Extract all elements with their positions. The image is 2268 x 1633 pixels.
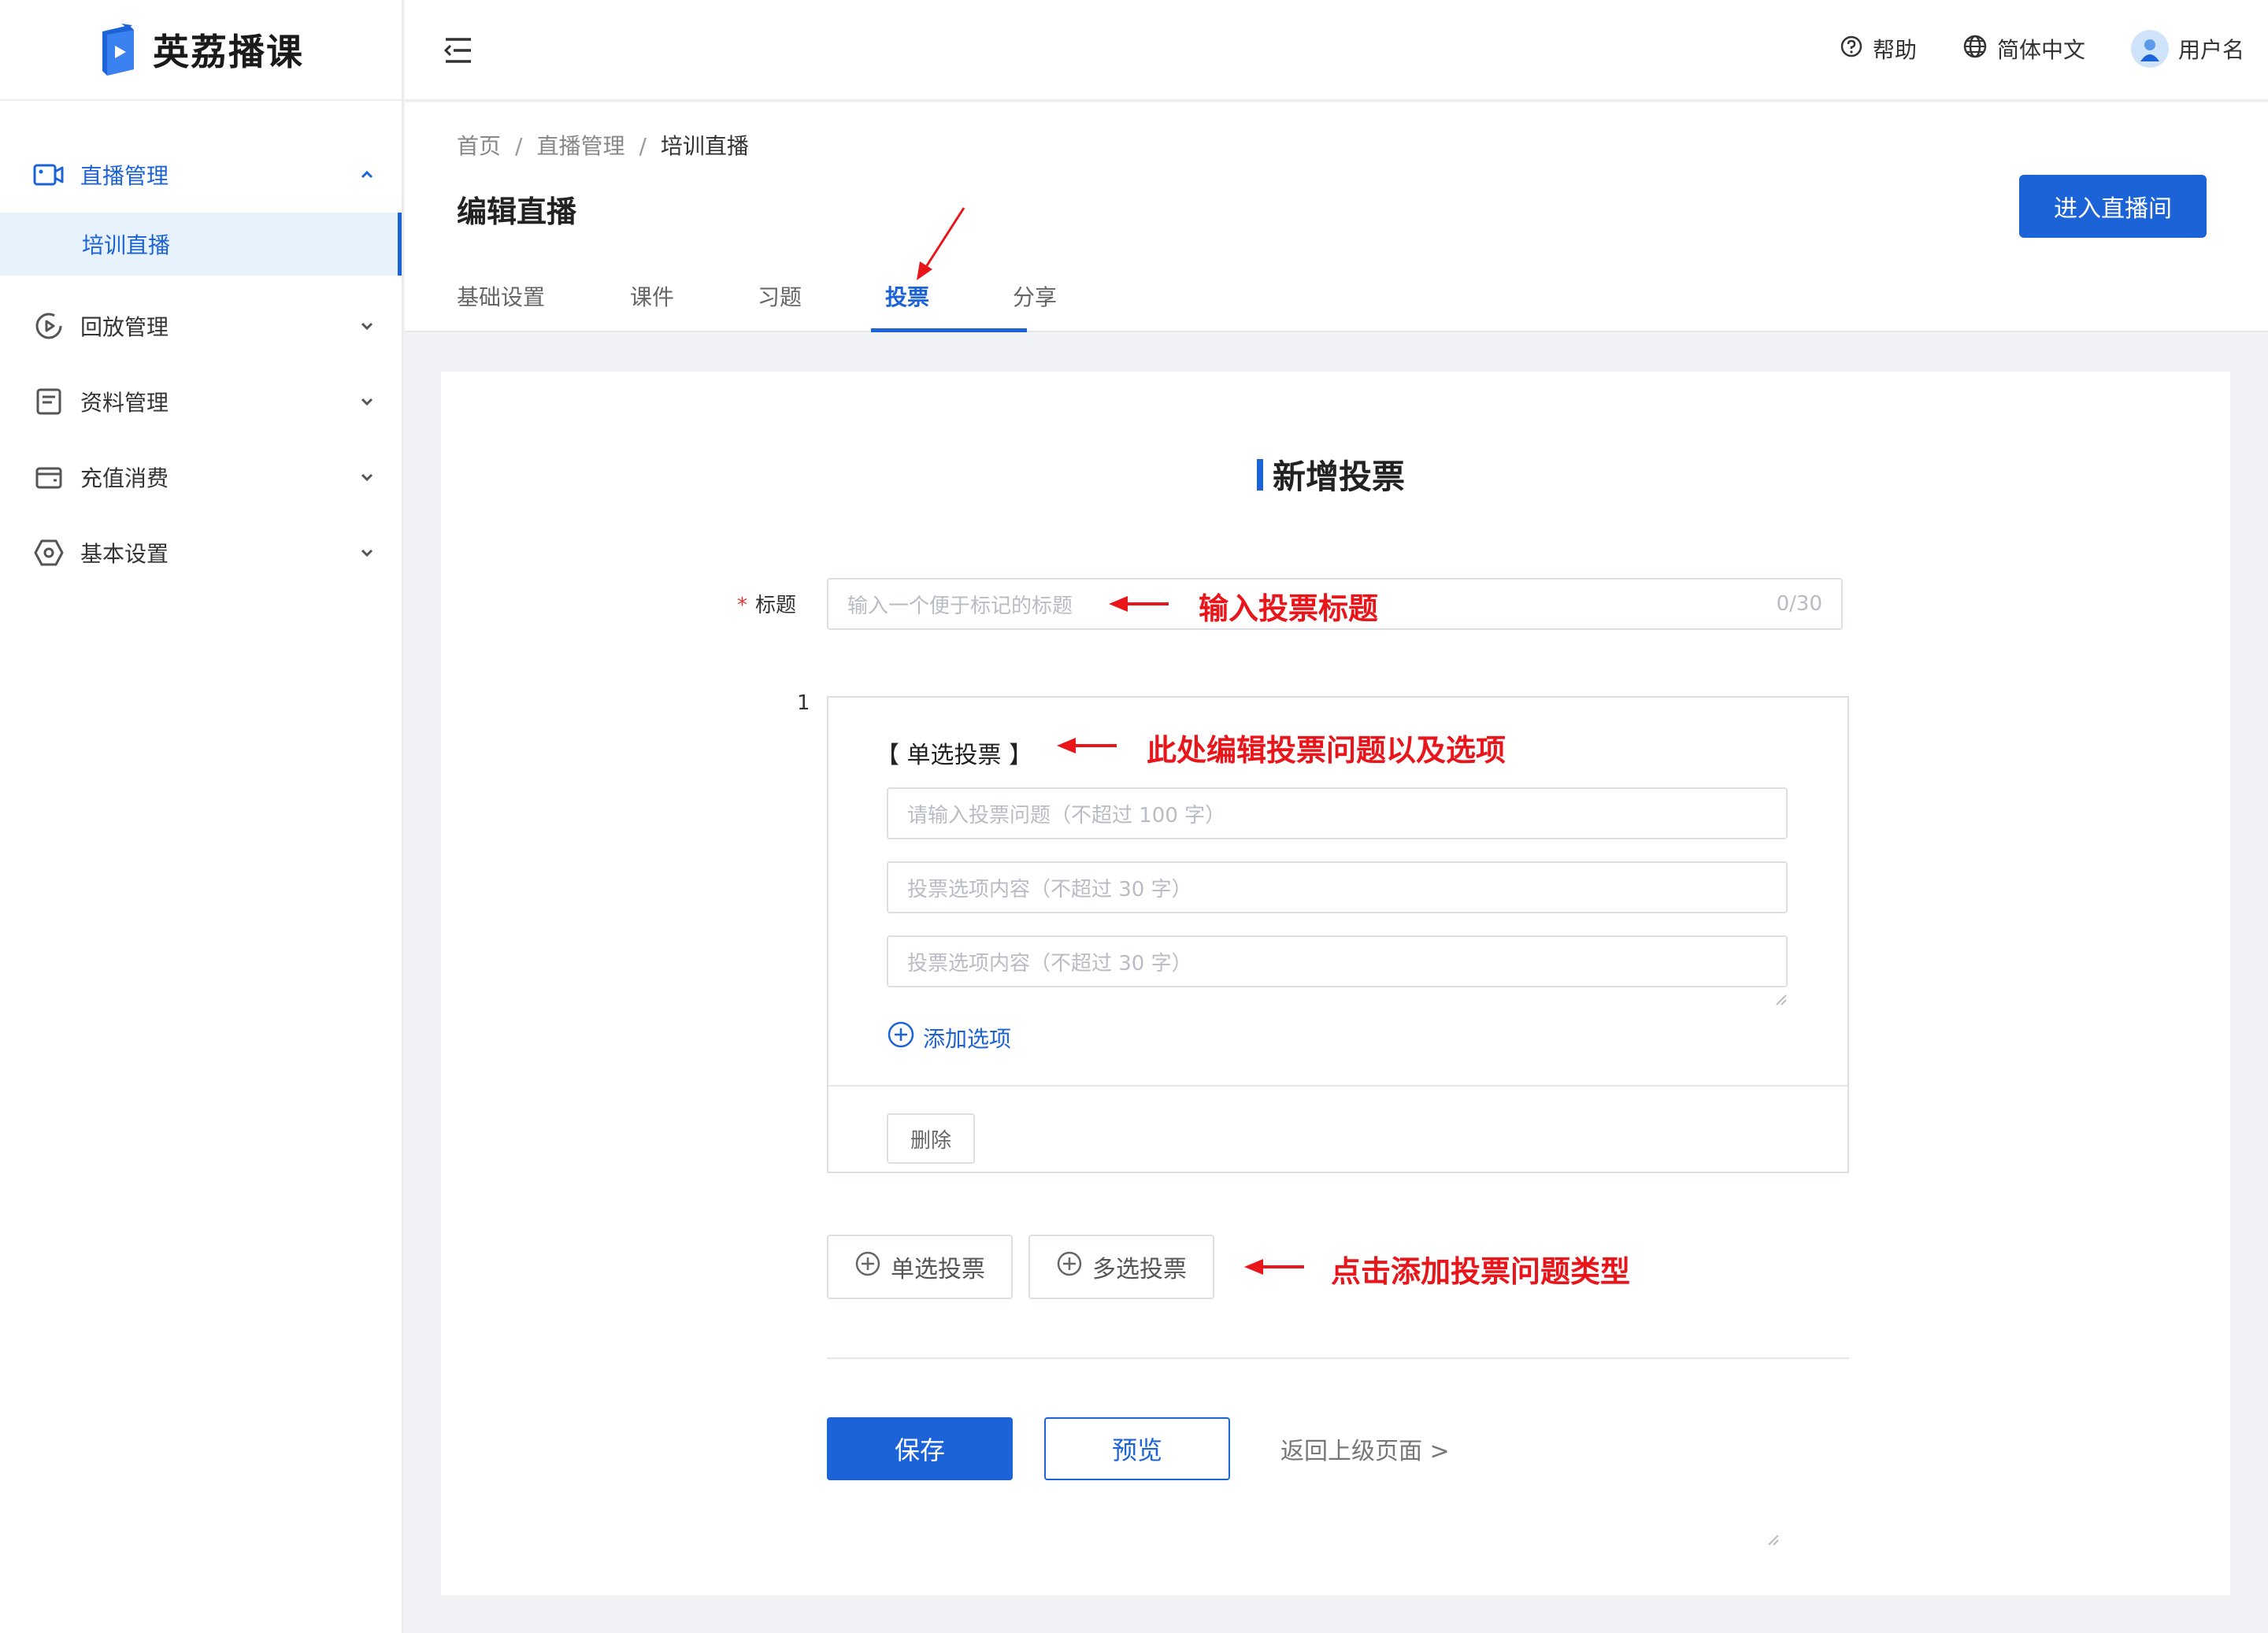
sidebar-menu: 直播管理 培训直播 回放管理 资料管理 充值消费 基本设置 (0, 101, 402, 591)
sidebar-item-label: 直播管理 (80, 163, 169, 189)
chevron-up-icon (358, 164, 376, 190)
annotation-title-hint: 输入投票标题 (1199, 591, 1379, 626)
breadcrumb-current: 培训直播 (660, 133, 749, 159)
sidebar-item-label: 回放管理 (80, 314, 169, 340)
add-multi-choice-button[interactable]: 多选投票 (1028, 1235, 1214, 1299)
option-placeholder: 投票选项内容（不超过 30 字） (907, 877, 1192, 902)
tab-voting[interactable]: 投票 (871, 280, 1027, 332)
breadcrumb-separator: / (515, 133, 523, 159)
sidebar: 英荔播课 直播管理 培训直播 回放管理 资料管理 充值消费 基本设置 (0, 0, 403, 1633)
add-option-label: 添加选项 (923, 1025, 1012, 1052)
help-icon (1840, 35, 1863, 64)
poll-type-label: 【 单选投票 】 (876, 742, 1033, 769)
collapse-menu-icon[interactable] (443, 35, 474, 66)
logo-icon (98, 24, 139, 76)
breadcrumb-live-management[interactable]: 直播管理 (536, 133, 624, 159)
brand-name: 英荔播课 (153, 31, 304, 73)
sidebar-item-label: 资料管理 (80, 390, 169, 416)
form-divider (827, 1357, 1849, 1359)
form-heading: 新增投票 (1257, 450, 1405, 498)
language-selector[interactable]: 简体中文 (1962, 33, 2085, 65)
annotation-arrow-icon (1109, 596, 1169, 612)
heading-accent-bar (1257, 458, 1263, 491)
vote-form-card: 新增投票 * 标题 输入一个便于标记的标题 0/30 1 【 单选投票 】 请输入… (441, 372, 2230, 1595)
tab-basic-settings[interactable]: 基础设置 (457, 280, 630, 332)
question-input[interactable]: 请输入投票问题（不超过 100 字） (887, 787, 1788, 839)
enter-live-room-button[interactable]: 进入直播间 (2019, 175, 2207, 238)
option-input-2[interactable]: 投票选项内容（不超过 30 字） (887, 935, 1788, 987)
sidebar-item-label: 基本设置 (80, 541, 169, 567)
title-char-counter: 0/30 (1776, 592, 1822, 616)
sidebar-subitem-training-live[interactable]: 培训直播 (0, 213, 402, 276)
add-single-choice-button[interactable]: 单选投票 (827, 1235, 1013, 1299)
delete-poll-button[interactable]: 删除 (887, 1113, 975, 1164)
title-label: * 标题 (737, 589, 796, 618)
tab-courseware[interactable]: 课件 (630, 280, 758, 332)
header-actions: 帮助 简体中文 用户名 (1840, 30, 2244, 68)
sidebar-item-basic-settings[interactable]: 基本设置 (0, 515, 402, 591)
option-placeholder: 投票选项内容（不超过 30 字） (907, 951, 1192, 976)
settings-icon (32, 535, 66, 570)
poll-index: 1 (797, 691, 810, 715)
annotation-arrow-icon (1057, 738, 1117, 754)
chevron-down-icon (358, 466, 376, 492)
single-choice-label: 单选投票 (891, 1256, 985, 1283)
document-icon (32, 384, 66, 419)
plus-circle-icon (1056, 1250, 1083, 1283)
breadcrumb-home[interactable]: 首页 (457, 133, 501, 159)
sidebar-item-recharge[interactable]: 充值消费 (0, 439, 402, 515)
language-label: 简体中文 (1996, 37, 2085, 63)
annotation-arrow-icon (1244, 1259, 1304, 1275)
save-button[interactable]: 保存 (827, 1417, 1013, 1480)
multi-choice-label: 多选投票 (1092, 1256, 1187, 1283)
chevron-down-icon (358, 542, 376, 568)
globe-icon (1962, 34, 1988, 65)
wallet-icon (32, 460, 66, 494)
poll-footer-divider (828, 1085, 1847, 1087)
breadcrumb: 首页 / 直播管理 / 培训直播 (457, 129, 749, 161)
replay-icon (32, 309, 66, 343)
chevron-down-icon (358, 391, 376, 417)
sidebar-item-label: 充值消费 (80, 465, 169, 491)
tab-share[interactable]: 分享 (1013, 280, 1140, 332)
tab-exercises[interactable]: 习题 (758, 280, 885, 332)
plus-circle-icon (854, 1250, 881, 1283)
video-camera-icon (32, 157, 66, 192)
page-title: 编辑直播 (457, 194, 577, 229)
top-header: 帮助 简体中文 用户名 (405, 0, 2268, 101)
plus-circle-icon (887, 1020, 915, 1054)
annotation-arrow-icon (917, 207, 965, 280)
breadcrumb-separator: / (639, 133, 647, 159)
resize-handle-icon[interactable] (1766, 1532, 1780, 1546)
title-placeholder: 输入一个便于标记的标题 (847, 594, 1073, 618)
chevron-down-icon (358, 315, 376, 341)
page-header: 首页 / 直播管理 / 培训直播 编辑直播 进入直播间 基础设置 课件 习题 投票 分享 (405, 102, 2268, 332)
preview-button[interactable]: 预览 (1044, 1417, 1230, 1480)
sidebar-item-replay-management[interactable]: 回放管理 (0, 288, 402, 364)
title-label-text: 标题 (755, 594, 797, 617)
resize-handle-icon[interactable] (1773, 992, 1788, 1006)
back-link[interactable]: 返回上级页面 > (1280, 1431, 1450, 1466)
avatar (2130, 30, 2169, 68)
user-menu[interactable]: 用户名 (2130, 30, 2244, 68)
help-label: 帮助 (1872, 37, 1917, 63)
annotation-type-hint: 点击添加投票问题类型 (1331, 1254, 1631, 1289)
form-heading-text: 新增投票 (1273, 457, 1406, 496)
question-placeholder: 请输入投票问题（不超过 100 字） (907, 803, 1226, 828)
required-mark: * (737, 594, 747, 617)
sidebar-item-material-management[interactable]: 资料管理 (0, 364, 402, 439)
add-option-button[interactable]: 添加选项 (887, 1020, 1011, 1054)
logo[interactable]: 英荔播课 (0, 0, 402, 101)
username: 用户名 (2177, 37, 2244, 63)
help-link[interactable]: 帮助 (1840, 33, 1917, 65)
sidebar-item-live-management[interactable]: 直播管理 (0, 137, 402, 213)
annotation-poll-hint: 此处编辑投票问题以及选项 (1147, 733, 1506, 768)
tab-bar: 基础设置 课件 习题 投票 分享 (457, 280, 1140, 332)
option-input-1[interactable]: 投票选项内容（不超过 30 字） (887, 861, 1788, 913)
